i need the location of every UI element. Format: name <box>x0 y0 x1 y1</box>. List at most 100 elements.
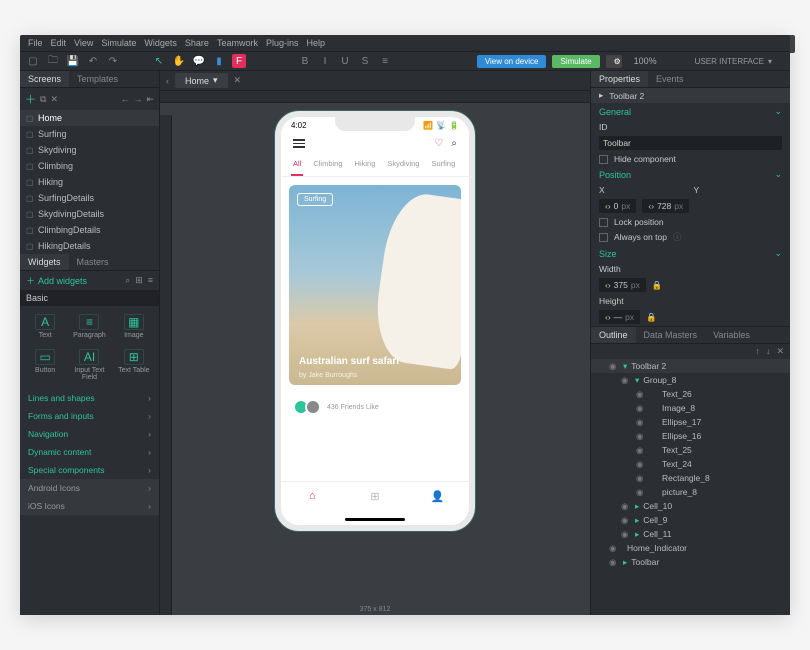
cat-android[interactable]: Android Icons› <box>20 479 159 497</box>
redo-icon[interactable]: ↷ <box>106 54 120 68</box>
font-icon[interactable]: F <box>232 54 246 68</box>
underline-icon[interactable]: U <box>338 54 352 68</box>
outline-node[interactable]: ◉Rectangle_8 <box>591 471 790 485</box>
delete-icon[interactable]: ✕ <box>50 94 58 105</box>
screen-climbing[interactable]: Climbing <box>20 158 159 174</box>
outline-node[interactable]: ◉Home_Indicator <box>591 541 790 555</box>
zoom-level[interactable]: 100% <box>634 56 657 66</box>
nav-fwd-icon[interactable]: → <box>133 94 142 104</box>
screen-hiking-details[interactable]: HikingDetails <box>20 238 159 254</box>
hero-card[interactable]: Surfing Australian surf safari by Jake B… <box>289 185 461 385</box>
menu-help[interactable]: Help <box>306 38 325 48</box>
menu-simulate[interactable]: Simulate <box>101 38 136 48</box>
section-position[interactable]: Position⌄ <box>591 166 790 183</box>
cat-lines[interactable]: Lines and shapes› <box>20 389 159 407</box>
hand-icon[interactable]: ✋ <box>172 54 186 68</box>
screen-skydiving[interactable]: Skydiving <box>20 142 159 158</box>
save-icon[interactable]: 💾 <box>66 54 80 68</box>
move-up-icon[interactable]: ↑ <box>755 346 760 357</box>
undo-icon[interactable]: ↶ <box>86 54 100 68</box>
screen-home[interactable]: Home <box>20 110 159 126</box>
italic-icon[interactable]: I <box>318 54 332 68</box>
tab-screens[interactable]: Screens <box>20 71 69 87</box>
menu-widgets[interactable]: Widgets <box>144 38 177 48</box>
phone-mockup[interactable]: 4:02 📶📡🔋 ♡ ⌕ All Climbing Hiking <box>275 111 475 531</box>
menu-edit[interactable]: Edit <box>51 38 67 48</box>
outline-node[interactable]: ◉Ellipse_17 <box>591 415 790 429</box>
back-icon[interactable]: ‹ <box>166 76 169 86</box>
tab-all[interactable]: All <box>291 155 303 176</box>
lock-position-checkbox[interactable] <box>599 218 608 227</box>
duplicate-icon[interactable]: ⧉ <box>40 94 46 105</box>
add-screen-icon[interactable]: ＋ <box>25 91 36 107</box>
open-icon[interactable]: 🗀 <box>46 54 60 68</box>
bold-icon[interactable]: B <box>298 54 312 68</box>
tabbar-profile-icon[interactable]: 👤 <box>406 482 469 511</box>
screen-surfing[interactable]: Surfing <box>20 126 159 142</box>
widget-image[interactable]: ▦Image <box>113 310 155 343</box>
tab-outline[interactable]: Outline <box>591 327 636 343</box>
search-icon[interactable]: ⌕ <box>451 138 457 149</box>
grid-icon[interactable]: ⊞ <box>135 275 143 286</box>
menu-teamwork[interactable]: Teamwork <box>217 38 258 48</box>
settings-button[interactable]: ⚙ <box>606 55 622 68</box>
nav-back-icon[interactable]: ← <box>120 94 129 104</box>
outline-node[interactable]: ◉picture_8 <box>591 485 790 499</box>
widget-paragraph[interactable]: ≡Paragraph <box>68 310 110 343</box>
lock-icon[interactable]: 🔒 <box>652 280 663 291</box>
cat-special[interactable]: Special components› <box>20 461 159 479</box>
outline-node[interactable]: ◉Image_8 <box>591 401 790 415</box>
close-tab-icon[interactable]: ✕ <box>234 75 242 86</box>
pointer-icon[interactable]: ↖ <box>152 54 166 68</box>
hamburger-icon[interactable] <box>293 139 305 148</box>
move-down-icon[interactable]: ↓ <box>766 346 771 357</box>
x-stepper[interactable]: ‹› <box>605 201 611 211</box>
widget-input[interactable]: AIInput Text Field <box>68 345 110 385</box>
y-stepper[interactable]: ‹› <box>648 201 654 211</box>
outline-node[interactable]: ◉Text_26 <box>591 387 790 401</box>
simulate-button[interactable]: Simulate <box>552 55 599 68</box>
outline-node[interactable]: ◉▸Toolbar <box>591 555 790 569</box>
cat-ios[interactable]: iOS Icons› <box>20 497 159 515</box>
align-icon[interactable]: ≡ <box>378 54 392 68</box>
tab-skydiving[interactable]: Skydiving <box>385 155 421 176</box>
tab-surfing[interactable]: Surfing <box>429 155 457 176</box>
menu-view[interactable]: View <box>74 38 93 48</box>
lock-icon[interactable]: 🔒 <box>646 312 657 323</box>
always-top-checkbox[interactable] <box>599 233 608 242</box>
menu-share[interactable]: Share <box>185 38 209 48</box>
id-input[interactable] <box>599 136 782 150</box>
notification-icon[interactable]: ♡ <box>434 138 443 149</box>
breadcrumb[interactable]: Home▾ <box>175 73 228 88</box>
basic-header[interactable]: Basic <box>20 290 159 306</box>
outline-node[interactable]: ◉Text_24 <box>591 457 790 471</box>
menu-plugins[interactable]: Plug-ins <box>266 38 299 48</box>
tabbar-home-icon[interactable]: ⌂ <box>281 482 344 511</box>
tab-events[interactable]: Events <box>648 71 692 87</box>
screen-climbing-details[interactable]: ClimbingDetails <box>20 222 159 238</box>
list-icon[interactable]: ≡ <box>148 275 153 286</box>
tab-hiking[interactable]: Hiking <box>353 155 378 176</box>
cat-forms[interactable]: Forms and inputs› <box>20 407 159 425</box>
tab-datamasters[interactable]: Data Masters <box>636 327 706 343</box>
outline-node[interactable]: ◉▾Toolbar 2 <box>591 359 790 373</box>
info-icon[interactable]: ⓘ <box>673 231 682 243</box>
view-on-device-button[interactable]: View on device <box>477 55 547 68</box>
device-icon[interactable]: ▮ <box>212 54 226 68</box>
visibility-icon[interactable]: ◉ <box>609 361 619 372</box>
outline-node[interactable]: ◉▾Group_8 <box>591 373 790 387</box>
canvas[interactable]: 4:02 📶📡🔋 ♡ ⌕ All Climbing Hiking <box>160 103 590 615</box>
screen-skydiving-details[interactable]: SkydivingDetails <box>20 206 159 222</box>
section-size[interactable]: Size⌄ <box>591 245 790 262</box>
screen-surfing-details[interactable]: SurfingDetails <box>20 190 159 206</box>
tab-templates[interactable]: Templates <box>69 71 126 87</box>
cat-nav[interactable]: Navigation› <box>20 425 159 443</box>
tabbar-grid-icon[interactable]: ⊞ <box>344 482 407 511</box>
search-icon[interactable]: ⌕ <box>125 275 130 286</box>
hide-checkbox[interactable] <box>599 155 608 164</box>
outline-node[interactable]: ◉▸Cell_10 <box>591 499 790 513</box>
width-value[interactable]: 375 <box>614 280 628 290</box>
height-value[interactable]: — <box>614 312 623 322</box>
tab-widgets[interactable]: Widgets <box>20 254 69 270</box>
account-menu[interactable]: USER INTERFACE▾ <box>695 57 772 66</box>
